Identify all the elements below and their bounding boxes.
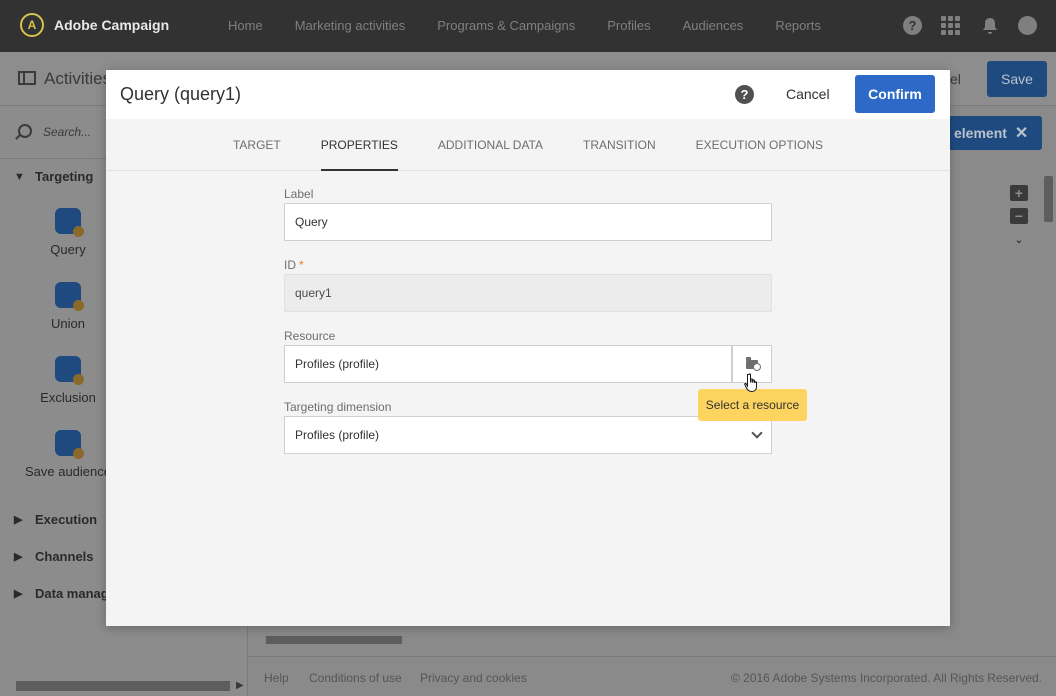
targeting-dimension-field-label: Targeting dimension bbox=[284, 400, 392, 414]
tab-additional-data[interactable]: ADDITIONAL DATA bbox=[418, 119, 563, 171]
label-field-label: Label bbox=[284, 187, 314, 201]
scrollbar-thumb[interactable] bbox=[1044, 176, 1053, 222]
background-cancel-button[interactable]: el bbox=[950, 71, 961, 87]
help-icon[interactable]: ? bbox=[735, 85, 754, 104]
footer-help-link[interactable]: Help bbox=[264, 671, 289, 685]
id-input[interactable] bbox=[284, 274, 772, 312]
activity-label: Union bbox=[51, 316, 85, 331]
resource-input[interactable] bbox=[284, 345, 732, 383]
group-label: Channels bbox=[35, 549, 94, 564]
tab-properties[interactable]: PROPERTIES bbox=[301, 119, 418, 171]
tab-execution-options[interactable]: EXECUTION OPTIONS bbox=[676, 119, 843, 171]
add-element-label: element bbox=[954, 125, 1007, 141]
background-save-button[interactable]: Save bbox=[987, 61, 1047, 97]
apps-grid-icon[interactable] bbox=[941, 16, 960, 35]
nav-profiles[interactable]: Profiles bbox=[607, 0, 650, 52]
chevron-right-icon: ▶ bbox=[14, 551, 23, 563]
activities-panel-icon[interactable] bbox=[18, 71, 36, 85]
notifications-bell-icon[interactable] bbox=[980, 16, 999, 35]
targeting-dimension-select[interactable]: Profiles (profile) bbox=[284, 416, 772, 454]
zoom-in-icon[interactable]: + bbox=[1010, 185, 1028, 201]
targeting-dimension-value: Profiles (profile) bbox=[295, 428, 380, 442]
chevron-right-icon: ▶ bbox=[14, 588, 23, 600]
group-channels[interactable]: ▶ Channels bbox=[14, 549, 94, 564]
activity-label: Save audience bbox=[24, 464, 111, 479]
canvas-horizontal-scrollbar[interactable] bbox=[250, 632, 1040, 647]
id-field-label: ID * bbox=[284, 258, 304, 272]
cancel-button[interactable]: Cancel bbox=[776, 84, 840, 104]
group-data-management[interactable]: ▶ Data manage bbox=[14, 586, 116, 601]
nav-home[interactable]: Home bbox=[228, 0, 263, 52]
group-targeting[interactable]: ▼ Targeting bbox=[14, 169, 93, 184]
main-nav: Home Marketing activities Programs & Cam… bbox=[228, 0, 853, 52]
activity-label: Query bbox=[50, 242, 86, 257]
chevron-right-icon: ▶ bbox=[14, 514, 23, 526]
nav-programs-campaigns[interactable]: Programs & Campaigns bbox=[437, 0, 575, 52]
activity-label: Exclusion bbox=[40, 390, 96, 405]
save-audience-icon bbox=[55, 430, 84, 459]
query-database-icon bbox=[55, 208, 84, 237]
brand-name[interactable]: Adobe Campaign bbox=[54, 17, 169, 33]
chevron-down-icon: ▼ bbox=[14, 170, 25, 183]
id-label-text: ID bbox=[284, 258, 296, 272]
canvas-vertical-scrollbar[interactable] bbox=[1041, 162, 1056, 632]
close-icon[interactable]: ✕ bbox=[1015, 123, 1028, 143]
scrollbar-thumb[interactable] bbox=[266, 636, 402, 644]
hand-pointer-cursor-icon bbox=[744, 373, 757, 393]
chevron-down-icon bbox=[751, 427, 763, 439]
footer-privacy-link[interactable]: Privacy and cookies bbox=[420, 671, 527, 685]
dialog-tabs: TARGET PROPERTIES ADDITIONAL DATA TRANSI… bbox=[106, 119, 950, 171]
union-database-icon bbox=[55, 282, 84, 311]
footer-conditions-link[interactable]: Conditions of use bbox=[309, 671, 402, 685]
nav-marketing-activities[interactable]: Marketing activities bbox=[295, 0, 406, 52]
scroll-right-arrow-icon[interactable]: ▶ bbox=[236, 680, 244, 691]
chevron-down-icon[interactable]: ⌄ bbox=[1010, 232, 1028, 248]
group-label: Data manage bbox=[35, 586, 116, 601]
label-input[interactable] bbox=[284, 203, 772, 241]
breadcrumb-title: Activities bbox=[44, 69, 112, 88]
required-asterisk: * bbox=[299, 258, 304, 272]
tab-transition[interactable]: TRANSITION bbox=[563, 119, 676, 171]
dialog-header: Query (query1) ? Cancel Confirm bbox=[106, 70, 950, 119]
page-footer: Help Conditions of use Privacy and cooki… bbox=[248, 656, 1056, 696]
nav-audiences[interactable]: Audiences bbox=[683, 0, 744, 52]
help-icon[interactable]: ? bbox=[903, 16, 922, 35]
confirm-button[interactable]: Confirm bbox=[855, 75, 935, 113]
user-avatar[interactable] bbox=[1018, 16, 1037, 35]
sidebar-horizontal-scrollbar[interactable] bbox=[16, 681, 230, 691]
select-resource-tooltip: Select a resource bbox=[698, 384, 807, 421]
top-navigation-bar: A Adobe Campaign Home Marketing activiti… bbox=[0, 0, 1056, 52]
adobe-campaign-logo-icon[interactable]: A bbox=[20, 13, 44, 37]
folder-icon bbox=[746, 356, 761, 371]
exclusion-database-icon bbox=[55, 356, 84, 385]
dialog-title: Query (query1) bbox=[120, 84, 242, 104]
tab-target[interactable]: TARGET bbox=[213, 119, 301, 171]
add-element-button[interactable]: element ✕ bbox=[948, 116, 1042, 150]
group-label: Execution bbox=[35, 512, 98, 527]
resource-field-label: Resource bbox=[284, 329, 336, 343]
zoom-out-icon[interactable]: − bbox=[1010, 208, 1028, 224]
search-icon bbox=[18, 124, 32, 138]
palette-search-input[interactable]: Search... bbox=[43, 125, 91, 139]
copyright-text: © 2016 Adobe Systems Incorporated. All R… bbox=[730, 671, 1042, 685]
nav-reports[interactable]: Reports bbox=[775, 0, 821, 52]
group-label: Targeting bbox=[35, 169, 94, 184]
group-execution[interactable]: ▶ Execution bbox=[14, 512, 97, 527]
query-properties-dialog: Query (query1) ? Cancel Confirm TARGET P… bbox=[106, 70, 950, 626]
